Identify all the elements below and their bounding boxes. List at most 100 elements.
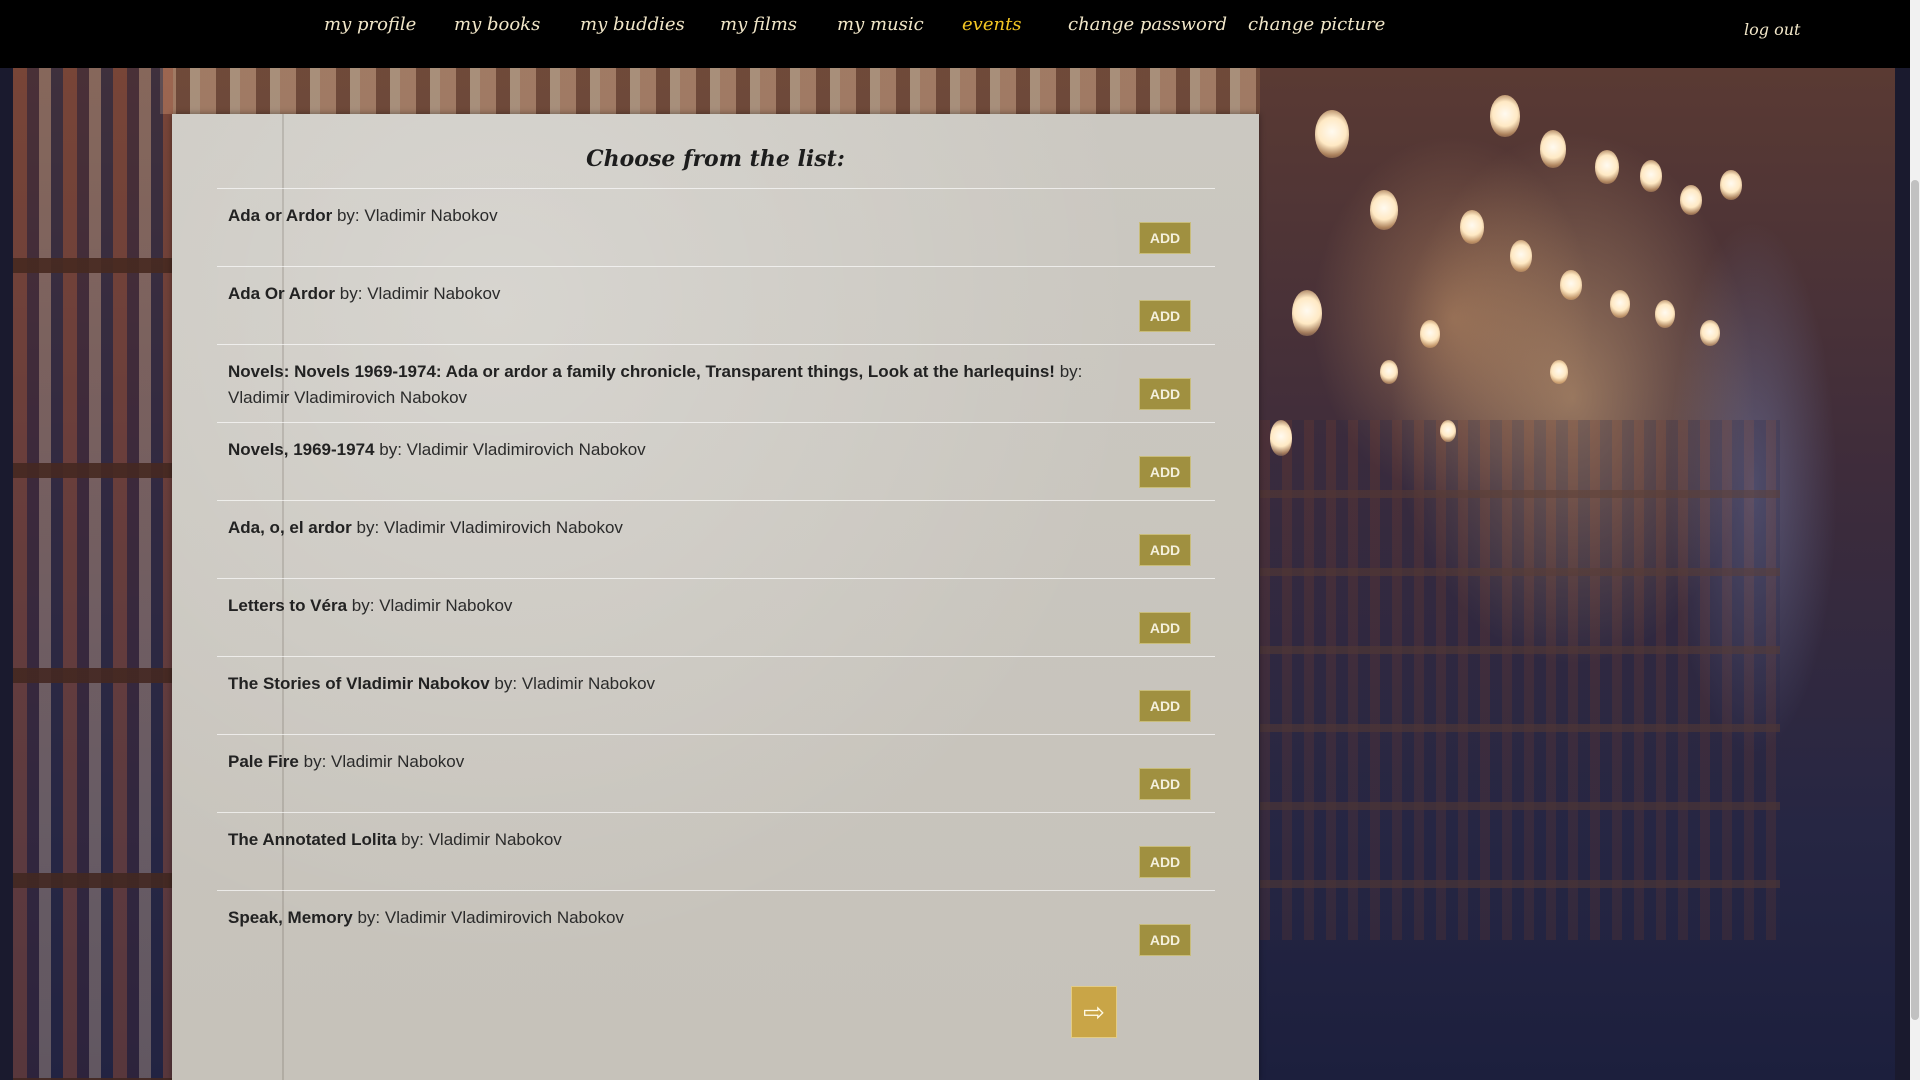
add-book-button[interactable]: ADD <box>1139 612 1191 644</box>
lightbulb-decoration <box>1640 160 1662 192</box>
background-shelves-left <box>13 68 173 1080</box>
nav-events[interactable]: events <box>962 14 1022 35</box>
lightbulb-decoration <box>1540 130 1566 168</box>
lightbulb-decoration <box>1315 110 1349 158</box>
lightbulb-decoration <box>1595 150 1619 184</box>
book-entry: Ada or Ardor by: Vladimir Nabokov <box>228 203 1108 229</box>
list-item: Speak, Memory by: Vladimir Vladimirovich… <box>217 890 1215 968</box>
book-title: Ada, o, el ardor <box>228 518 352 537</box>
nav-my-books[interactable]: my books <box>454 14 540 35</box>
nav-change-picture[interactable]: change picture <box>1248 14 1385 35</box>
add-book-button[interactable]: ADD <box>1139 846 1191 878</box>
panel-title: Choose from the list: <box>586 146 845 172</box>
add-book-button[interactable]: ADD <box>1139 300 1191 332</box>
book-author: Vladimir Vladimirovich Nabokov <box>228 388 468 407</box>
lightbulb-decoration <box>1700 320 1720 346</box>
list-item: The Annotated Lolita by: Vladimir Naboko… <box>217 812 1215 890</box>
lightbulb-decoration <box>1560 270 1582 300</box>
by-label: by: <box>339 284 363 303</box>
by-label: by: <box>356 518 380 537</box>
lightbulb-decoration <box>1440 420 1456 442</box>
by-label: by: <box>401 830 424 849</box>
list-item: Ada, o, el ardor by: Vladimir Vladimirov… <box>217 500 1215 578</box>
lightbulb-decoration <box>1655 300 1675 328</box>
list-item: Ada or Ardor by: Vladimir Nabokov ADD <box>217 188 1215 266</box>
book-entry: Ada, o, el ardor by: Vladimir Vladimirov… <box>228 515 1108 541</box>
right-arrow-icon: ⇨ <box>1083 997 1105 1027</box>
lightbulb-decoration <box>1370 190 1398 230</box>
by-label: by: <box>351 596 375 615</box>
book-entry: Ada Or Ardor by: Vladimir Nabokov <box>228 281 1108 307</box>
lightbulb-decoration <box>1720 170 1742 200</box>
top-navigation: my profile my books my buddies my films … <box>0 0 1910 68</box>
book-author: Vladimir Nabokov <box>521 674 656 693</box>
list-item: Novels: Novels 1969-1974: Ada or ardor a… <box>217 344 1215 422</box>
book-author: Vladimir Vladimirovich Nabokov <box>384 908 624 927</box>
nav-my-profile[interactable]: my profile <box>324 14 416 35</box>
book-title: Novels: Novels 1969-1974: Ada or ardor a… <box>228 362 1055 381</box>
book-entry: The Annotated Lolita by: Vladimir Naboko… <box>228 827 1108 853</box>
nav-change-password[interactable]: change password <box>1068 14 1227 35</box>
book-entry: Novels: Novels 1969-1974: Ada or ardor a… <box>228 359 1108 411</box>
add-book-button[interactable]: ADD <box>1139 690 1191 722</box>
scrollbar-thumb[interactable] <box>1911 180 1919 1020</box>
lightbulb-decoration <box>1460 210 1484 244</box>
add-book-button[interactable]: ADD <box>1139 456 1191 488</box>
book-entry: Novels, 1969-1974 by: Vladimir Vladimiro… <box>228 437 1108 463</box>
book-author: Vladimir Nabokov <box>331 752 465 771</box>
book-title: Ada or Ardor <box>228 206 333 225</box>
book-title: Pale Fire <box>228 752 299 771</box>
add-book-button[interactable]: ADD <box>1139 924 1191 956</box>
book-entry: Letters to Véra by: Vladimir Nabokov <box>228 593 1108 619</box>
book-entry: The Stories of Vladimir Nabokov by: Vlad… <box>228 671 1108 697</box>
book-title: The Stories of Vladimir Nabokov <box>228 674 490 693</box>
list-item: The Stories of Vladimir Nabokov by: Vlad… <box>217 656 1215 734</box>
lightbulb-decoration <box>1380 360 1398 384</box>
by-label: by: <box>357 908 381 927</box>
by-label: by: <box>1059 362 1083 381</box>
background-shelves-right <box>1260 420 1780 940</box>
add-book-button[interactable]: ADD <box>1139 534 1191 566</box>
lightbulb-decoration <box>1270 420 1292 456</box>
add-book-button[interactable]: ADD <box>1139 378 1191 410</box>
background-shelf-top <box>160 68 1260 114</box>
book-title: Novels, 1969-1974 <box>228 440 375 459</box>
book-author: Vladimir Nabokov <box>367 284 501 303</box>
book-title: Ada Or Ardor <box>228 284 336 303</box>
list-item: Novels, 1969-1974 by: Vladimir Vladimiro… <box>217 422 1215 500</box>
book-author: Vladimir Nabokov <box>364 206 498 225</box>
book-author: Vladimir Vladimirovich Nabokov <box>383 518 623 537</box>
book-entry: Pale Fire by: Vladimir Nabokov <box>228 749 1108 775</box>
list-item: Pale Fire by: Vladimir Nabokov ADD <box>217 734 1215 812</box>
nav-my-films[interactable]: my films <box>720 14 797 35</box>
by-label: by: <box>379 440 402 459</box>
book-author: Vladimir Nabokov <box>428 830 562 849</box>
add-book-button[interactable]: ADD <box>1139 222 1191 254</box>
lightbulb-decoration <box>1292 290 1322 336</box>
by-label: by: <box>303 752 327 771</box>
book-selection-panel: Choose from the list: Ada or Ardor by: V… <box>172 114 1259 1080</box>
lightbulb-decoration <box>1550 360 1568 384</box>
nav-my-buddies[interactable]: my buddies <box>580 14 685 35</box>
book-author: Vladimir Vladimirovich Nabokov <box>406 440 646 459</box>
lightbulb-decoration <box>1490 95 1520 137</box>
lightbulb-decoration <box>1610 290 1630 318</box>
book-title: Speak, Memory <box>228 908 353 927</box>
book-title: The Annotated Lolita <box>228 830 397 849</box>
page-scrollbar[interactable] <box>1910 0 1920 1080</box>
book-title: Letters to Véra <box>228 596 348 615</box>
lightbulb-decoration <box>1510 240 1532 272</box>
book-list: Ada or Ardor by: Vladimir Nabokov ADD Ada … <box>217 188 1215 968</box>
lightbulb-decoration <box>1680 185 1702 215</box>
book-author: Vladimir Nabokov <box>379 596 513 615</box>
next-page-button[interactable]: ⇨ <box>1071 986 1117 1038</box>
by-label: by: <box>336 206 360 225</box>
list-item: Letters to Véra by: Vladimir Nabokov ADD <box>217 578 1215 656</box>
lightbulb-decoration <box>1420 320 1440 348</box>
add-book-button[interactable]: ADD <box>1139 768 1191 800</box>
nav-my-music[interactable]: my music <box>837 14 924 35</box>
by-label: by: <box>494 674 518 693</box>
logout-link[interactable]: log out <box>1744 20 1800 39</box>
book-entry: Speak, Memory by: Vladimir Vladimirovich… <box>228 905 1108 931</box>
list-item: Ada Or Ardor by: Vladimir Nabokov ADD <box>217 266 1215 344</box>
